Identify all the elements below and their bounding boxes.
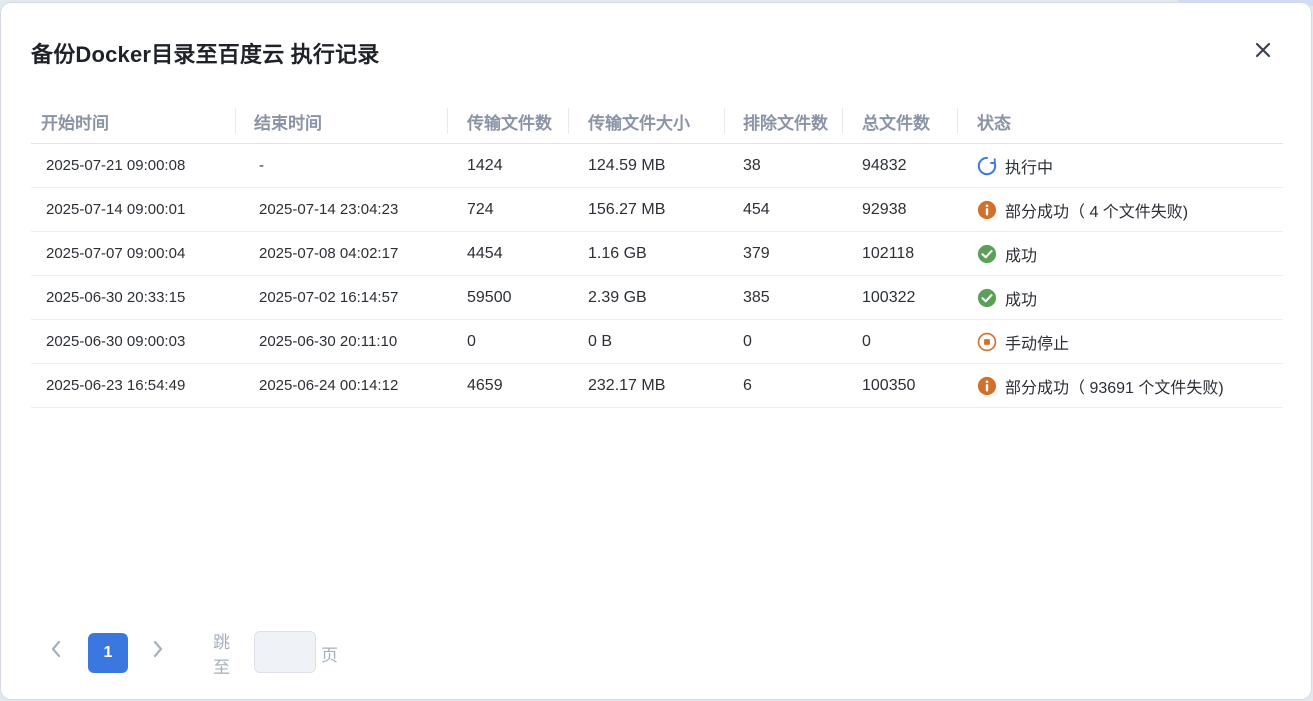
cell-transfer-size: 124.59 MB [588,156,666,174]
cell-excluded-count: 379 [743,244,770,262]
cell-transfer-size: 0 B [588,332,613,350]
running-spinner-icon [977,156,997,176]
cell-transfer-size: 1.16 GB [588,244,647,262]
cell-start-time: 2025-07-14 09:00:01 [46,201,186,218]
cell-excluded-count: 385 [743,288,770,306]
close-icon [1255,42,1271,63]
cell-end-time: 2025-07-08 04:02:17 [259,245,399,262]
cell-transfer-count: 4454 [467,244,503,262]
cell-end-time: 2025-07-14 23:04:23 [259,201,399,218]
cell-total-count: 100322 [862,288,916,306]
cell-start-time: 2025-07-21 09:00:08 [46,157,186,174]
table-row: 2025-07-14 09:00:01 2025-07-14 23:04:23 … [31,188,1283,232]
status-text: 部分成功（ 93691 个文件失败) [1005,379,1224,397]
prev-page-button[interactable] [41,629,71,673]
cell-total-count: 100350 [862,376,916,394]
cell-transfer-count: 59500 [467,288,512,306]
status-text: 部分成功（ 4 个文件失败) [1005,203,1189,221]
table-row: 2025-07-07 09:00:04 2025-07-08 04:02:17 … [31,232,1283,276]
jump-page-input[interactable] [254,631,316,673]
header-transfer-size[interactable]: 传输文件大小 [588,99,690,143]
cell-status: 成功 [977,232,1037,275]
info-warning-icon [977,200,997,220]
cell-start-time: 2025-07-07 09:00:04 [46,245,186,262]
jump-label: 跳至 [213,633,230,677]
header-start-time[interactable]: 开始时间 [41,99,109,143]
chevron-left-icon [49,639,63,664]
records-table: 开始时间 结束时间 传输文件数 传输文件大小 排除文件数 总文件数 状态 202… [31,99,1283,408]
cell-transfer-size: 2.39 GB [588,288,647,306]
table-row: 2025-06-30 20:33:15 2025-07-02 16:14:57 … [31,276,1283,320]
status-text: 成功 [1005,247,1038,265]
dialog-title: 备份Docker目录至百度云 执行记录 [31,42,380,67]
cell-status: 手动停止 [977,320,1069,363]
next-page-button[interactable] [143,629,173,673]
table-row: 2025-07-21 09:00:08 - 1424 124.59 MB 38 … [31,144,1283,188]
column-divider[interactable] [724,108,725,134]
column-divider[interactable] [568,108,569,134]
cell-excluded-count: 38 [743,156,761,174]
table-row: 2025-06-30 09:00:03 2025-06-30 20:11:10 … [31,320,1283,364]
header-status[interactable]: 状态 [977,99,1011,143]
header-end-time[interactable]: 结束时间 [254,99,322,143]
cell-start-time: 2025-06-30 20:33:15 [46,289,186,306]
status-text: 成功 [1005,291,1038,309]
table-header: 开始时间 结束时间 传输文件数 传输文件大小 排除文件数 总文件数 状态 [31,99,1283,144]
cell-transfer-count: 0 [467,332,476,350]
column-divider[interactable] [842,108,843,134]
cell-total-count: 92938 [862,200,907,218]
cell-excluded-count: 0 [743,332,752,350]
cell-transfer-size: 232.17 MB [588,376,666,394]
close-button[interactable] [1250,39,1276,65]
header-excluded-count[interactable]: 排除文件数 [743,99,828,143]
cell-end-time: - [259,157,264,174]
page-button-current[interactable]: 1 [88,633,128,673]
page-suffix-label: 页 [321,645,338,665]
column-divider[interactable] [447,108,448,134]
status-text: 执行中 [1005,159,1054,177]
status-text: 手动停止 [1005,335,1070,353]
success-check-icon [977,288,997,308]
cell-end-time: 2025-07-02 16:14:57 [259,289,399,306]
header-transfer-count[interactable]: 传输文件数 [467,99,552,143]
column-divider[interactable] [957,108,958,134]
cell-start-time: 2025-06-23 16:54:49 [46,377,186,394]
cell-end-time: 2025-06-24 00:14:12 [259,377,399,394]
execution-record-dialog: 备份Docker目录至百度云 执行记录 开始时间 结束时间 传输文件数 传输文件… [1,3,1311,699]
cell-total-count: 102118 [862,244,915,262]
cell-transfer-count: 724 [467,200,494,218]
header-total-count[interactable]: 总文件数 [862,99,930,143]
cell-transfer-count: 4659 [467,376,503,394]
table-row: 2025-06-23 16:54:49 2025-06-24 00:14:12 … [31,364,1283,408]
cell-total-count: 0 [862,332,871,350]
cell-status: 部分成功（ 93691 个文件失败) [977,364,1224,407]
info-warning-icon [977,376,997,396]
cell-status: 部分成功（ 4 个文件失败) [977,188,1188,231]
stop-icon [977,332,997,352]
cell-status: 成功 [977,276,1037,319]
cell-total-count: 94832 [862,156,907,174]
cell-transfer-count: 1424 [467,156,503,174]
success-check-icon [977,244,997,264]
cell-end-time: 2025-06-30 20:11:10 [259,333,398,350]
cell-excluded-count: 6 [743,376,752,394]
column-divider[interactable] [235,108,236,134]
cell-excluded-count: 454 [743,200,770,218]
cell-start-time: 2025-06-30 09:00:03 [46,333,186,350]
cell-status: 执行中 [977,144,1053,187]
cell-transfer-size: 156.27 MB [588,200,666,218]
chevron-right-icon [151,639,165,664]
